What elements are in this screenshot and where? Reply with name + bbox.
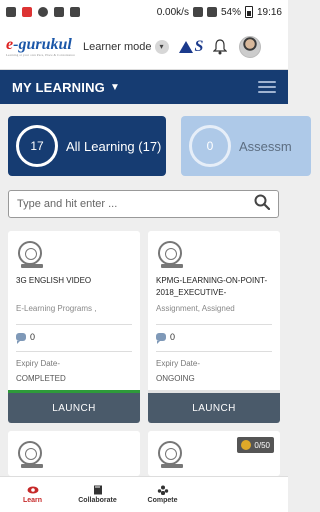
app-logo[interactable]: e-gurukul Learning at your own Pace, Pla… — [6, 36, 75, 57]
video-course-icon — [18, 241, 43, 268]
eye-icon — [27, 486, 38, 494]
video-course-icon — [158, 441, 183, 468]
photos-icon — [54, 7, 64, 17]
expiry-label: Expiry Date- — [16, 359, 61, 368]
bottom-navigation: Learn Collaborate Compete — [0, 476, 288, 512]
clock: 19:16 — [256, 6, 282, 18]
course-category: E-Learning Programs , — [16, 304, 97, 313]
course-card[interactable]: KPMG-LEARNING-ON-POINT-2018_EXECUTIVE- A… — [148, 231, 280, 423]
divider — [156, 324, 272, 325]
team-icon — [157, 485, 168, 495]
divider — [16, 351, 132, 352]
mahindra-logo-icon — [178, 40, 193, 53]
brand-logo: S — [178, 37, 204, 56]
gmail-icon — [22, 7, 32, 17]
page-title[interactable]: MY LEARNING — [12, 80, 105, 95]
launch-button[interactable]: LAUNCH — [8, 393, 140, 423]
course-card[interactable]: 0/50 — [148, 431, 280, 476]
network-speed: 0.00k/s — [156, 6, 189, 18]
divider — [16, 324, 132, 325]
chevron-down-icon[interactable]: ▾ — [154, 39, 169, 54]
comments-count[interactable]: 0 — [16, 332, 35, 344]
count-ring: 0 — [189, 125, 231, 167]
video-course-icon — [18, 441, 43, 468]
avatar[interactable] — [239, 35, 262, 58]
launch-button[interactable]: LAUNCH — [148, 393, 280, 423]
tile-label: All Learning (17) — [66, 138, 162, 154]
signal-icon — [206, 7, 217, 17]
mode-label: Learner mode — [83, 40, 152, 53]
video-course-icon — [158, 241, 183, 268]
comment-icon — [16, 333, 26, 344]
mode-selector[interactable]: Learner mode ▾ — [83, 39, 169, 54]
wifi-icon — [192, 7, 203, 17]
nav-collaborate[interactable]: Collaborate — [65, 477, 130, 512]
tile-assessments[interactable]: 0 Assessm — [181, 116, 311, 176]
suzuki-logo-icon: S — [194, 37, 204, 55]
chrome-icon — [38, 7, 48, 17]
course-status: COMPLETED — [16, 374, 66, 383]
course-title: 3G ENGLISH VIDEO — [16, 276, 92, 285]
comments-count[interactable]: 0 — [156, 332, 175, 344]
status-bar: 0.00k/s 54% 19:16 — [0, 0, 288, 24]
battery-percent: 54% — [220, 6, 241, 18]
bell-icon[interactable] — [211, 38, 229, 56]
course-category: Assignment, Assigned — [156, 304, 235, 313]
nav-compete[interactable]: Compete — [130, 477, 195, 512]
chevron-down-icon[interactable]: ▼ — [110, 82, 120, 93]
coin-icon — [241, 440, 252, 450]
course-card[interactable]: 3G ENGLISH VIDEO E-Learning Programs , 0… — [8, 231, 140, 423]
menu-icon[interactable] — [258, 78, 276, 96]
points-badge: 0/50 — [237, 437, 274, 453]
battery-icon — [244, 6, 253, 18]
section-header: MY LEARNING ▼ — [0, 70, 288, 104]
nav-learn[interactable]: Learn — [0, 477, 65, 512]
divider — [156, 351, 272, 352]
email-icon — [6, 7, 16, 17]
count-ring: 17 — [16, 125, 58, 167]
search-input[interactable] — [17, 198, 254, 210]
notification-icon — [70, 7, 80, 17]
course-card[interactable] — [8, 431, 140, 476]
tile-label: Assessm — [239, 138, 292, 154]
course-title: KPMG-LEARNING-ON-POINT-2018_EXECUTIVE- — [156, 276, 268, 297]
book-icon — [93, 485, 102, 495]
app-header: e-gurukul Learning at your own Pace, Pla… — [0, 24, 288, 70]
expiry-label: Expiry Date- — [156, 359, 201, 368]
course-status: ONGOING — [156, 374, 195, 383]
search-bar — [8, 190, 279, 218]
search-icon[interactable] — [254, 194, 271, 215]
comment-icon — [156, 333, 166, 344]
tile-all-learning[interactable]: 17 All Learning (17) — [8, 116, 166, 176]
